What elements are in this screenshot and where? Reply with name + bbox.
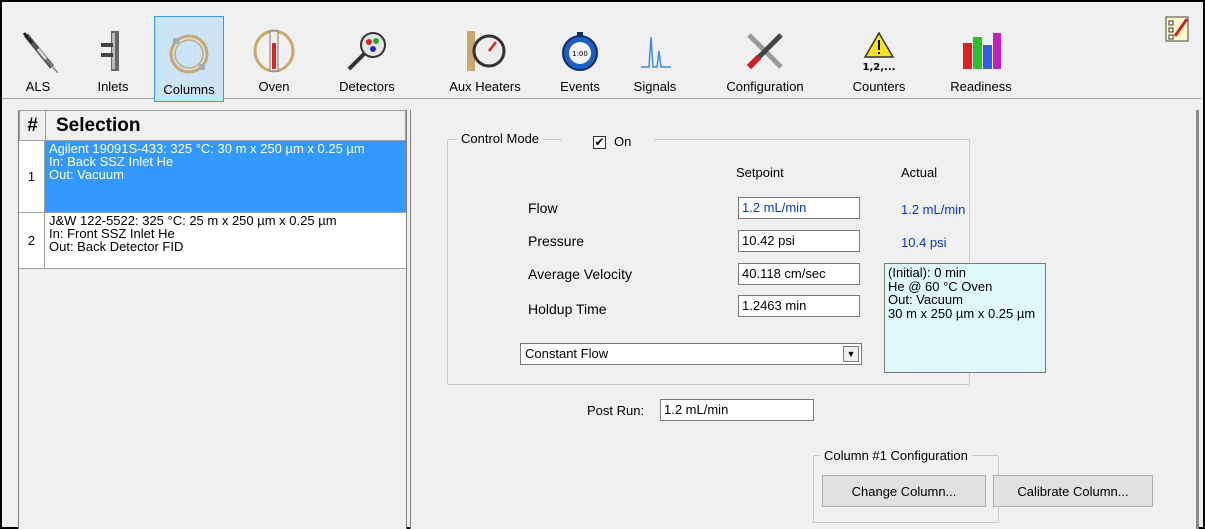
toolbar-label: Signals (633, 79, 677, 94)
pressure-actual-value: 10.4 psi (901, 235, 947, 250)
toolbar-label: Columns (163, 82, 215, 97)
signal-peak-icon (641, 36, 671, 68)
post-run-label: Post Run: (587, 403, 645, 418)
change-column-button[interactable]: Change Column... (822, 475, 986, 507)
holdup-time-input[interactable]: 1.2463 min (738, 295, 860, 317)
legend-gap (562, 135, 654, 151)
toolbar-label: Counters (852, 79, 906, 94)
control-on-checkbox[interactable]: ✔ (593, 136, 606, 149)
toolbar-button-signals[interactable]: Signals (626, 14, 684, 98)
control-mode-select[interactable]: Constant Flow ▼ (520, 343, 862, 365)
row-number: 1 (19, 141, 45, 212)
toolbar-button-readiness[interactable]: Readiness (946, 14, 1016, 98)
column-config-label: Column #1 Configuration (820, 448, 972, 463)
toolbar-label: Events (560, 79, 600, 94)
row-selection-text: Agilent 19091S-433: 325 °C: 30 m x 250 µ… (45, 141, 406, 212)
pressure-setpoint-input[interactable]: 10.42 psi (738, 230, 860, 252)
control-mode-label: Control Mode (457, 131, 544, 146)
inlet-icon (101, 31, 119, 71)
counter-icon-text: 1,2,... (863, 62, 896, 73)
flow-setpoint-input[interactable]: 1.2 mL/min (738, 197, 860, 219)
column-row[interactable]: 1 Agilent 19091S-433: 325 °C: 30 m x 250… (19, 141, 406, 213)
toolbar-button-events[interactable]: 1:00 Events (550, 14, 610, 98)
checklist-edit-icon[interactable] (1165, 16, 1189, 42)
row-selection-text: J&W 122-5522: 325 °C: 25 m x 250 µm x 0.… (49, 213, 337, 254)
gauge-icon (467, 31, 506, 71)
column-coil-icon (169, 34, 209, 74)
column-row[interactable]: 2 J&W 122-5522: 325 °C: 25 m x 250 µm x … (19, 213, 406, 269)
oven-icon (253, 29, 295, 73)
column-list-panel: # Selection 1 Agilent 19091S-433: 325 °C… (18, 110, 407, 529)
row-number: 2 (19, 213, 45, 268)
toolbar-button-oven[interactable]: Oven (250, 14, 298, 98)
toolbar-label: Detectors (339, 79, 395, 94)
panel-edge (1196, 110, 1199, 529)
toolbar-button-inlets[interactable]: Inlets (86, 14, 140, 98)
toolbar-button-configuration[interactable]: Configuration (714, 14, 816, 98)
toolbar: ALS Inlets Columns Oven Detectors Aux He… (2, 2, 1201, 102)
readiness-bars-icon (963, 33, 1001, 69)
calibrate-column-button[interactable]: Calibrate Column... (993, 475, 1153, 507)
warning-counter-icon: 1,2,... (863, 31, 896, 73)
toolbar-label: Inlets (97, 79, 129, 94)
pressure-label: Pressure (528, 233, 585, 249)
control-mode-selected: Constant Flow (525, 346, 609, 361)
autosampler-syringe-icon (22, 32, 59, 73)
toolbar-label: Readiness (950, 79, 1012, 94)
toolbar-button-aux-heaters[interactable]: Aux Heaters (440, 14, 530, 98)
toolbar-button-als[interactable]: ALS (14, 14, 62, 98)
toolbar-label: Configuration (726, 79, 804, 94)
flow-label: Flow (528, 200, 558, 216)
control-on-label: On (614, 134, 632, 149)
header-selection: Selection (56, 115, 141, 136)
detector-icon (347, 32, 386, 71)
average-velocity-input[interactable]: 40.118 cm/sec (738, 263, 860, 285)
header-number: # (20, 111, 46, 140)
stopwatch-icon: 1:00 (562, 32, 598, 71)
average-velocity-label: Average Velocity (528, 266, 633, 282)
toolbar-button-counters[interactable]: 1,2,... Counters (848, 14, 910, 98)
toolbar-button-detectors[interactable]: Detectors (332, 14, 402, 98)
holdup-time-label: Holdup Time (528, 301, 607, 317)
post-run-input[interactable]: 1.2 mL/min (660, 399, 814, 421)
svg-text:1:00: 1:00 (572, 50, 588, 58)
column-list-header: # Selection (19, 110, 406, 141)
toolbar-label: Aux Heaters (449, 79, 521, 94)
tools-icon (746, 33, 783, 70)
column-info-box: (Initial): 0 min He @ 60 °C Oven Out: Va… (884, 263, 1046, 373)
toolbar-label: ALS (25, 79, 51, 94)
toolbar-button-columns[interactable]: Columns (154, 16, 224, 102)
toolbar-label: Oven (258, 79, 290, 94)
flow-actual-value: 1.2 mL/min (901, 202, 966, 217)
actual-header: Actual (901, 165, 938, 180)
chevron-down-icon[interactable]: ▼ (843, 346, 859, 362)
setpoint-header: Setpoint (736, 165, 784, 180)
